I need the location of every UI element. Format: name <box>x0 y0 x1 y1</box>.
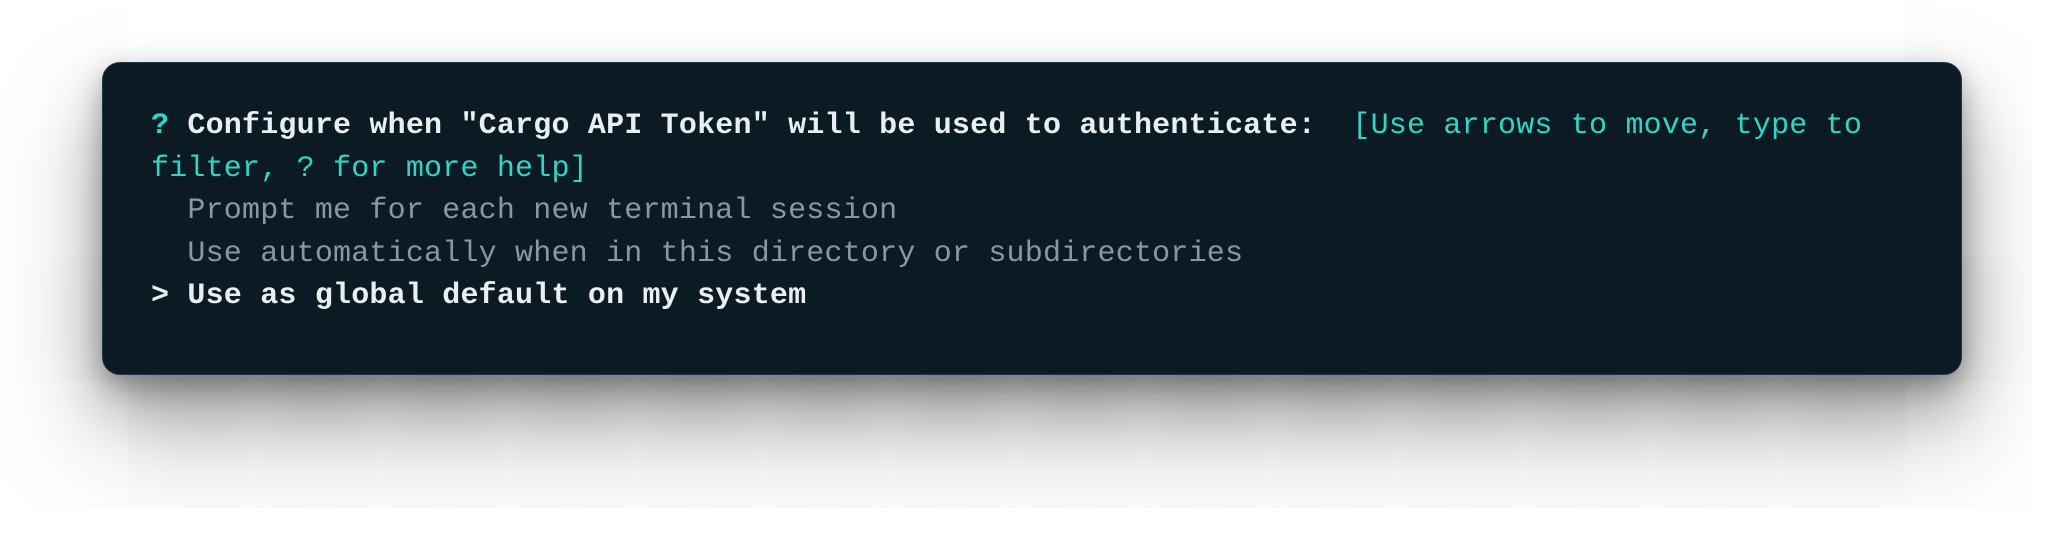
terminal-window: ? Configure when "Cargo API Token" will … <box>102 62 1962 375</box>
prompt-question: Configure when "Cargo API Token" will be… <box>187 109 1316 143</box>
select-option[interactable]: Prompt me for each new terminal session <box>151 194 897 228</box>
option-label: Prompt me for each new terminal session <box>187 194 897 228</box>
option-label: Use as global default on my system <box>187 279 806 313</box>
option-label: Use automatically when in this directory… <box>187 237 1243 271</box>
selected-caret-icon: > <box>151 279 169 313</box>
select-option-selected[interactable]: > Use as global default on my system <box>151 279 806 313</box>
select-option[interactable]: Use automatically when in this directory… <box>151 237 1243 271</box>
question-mark-icon: ? <box>151 109 169 143</box>
